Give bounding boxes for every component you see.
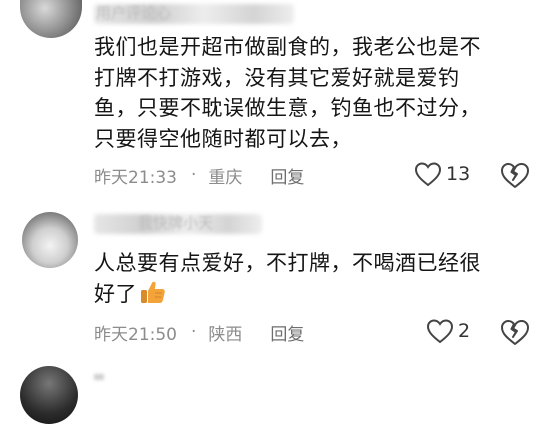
like-count: 2 — [458, 320, 471, 342]
separator: · — [191, 322, 197, 342]
text-line: 好了 — [94, 279, 534, 314]
nickname-blur — [94, 374, 104, 380]
reply-button[interactable]: 回复 — [270, 320, 304, 345]
location: 重庆 — [208, 167, 243, 188]
timestamp: 昨天21:33 — [94, 167, 177, 188]
heart-outline-icon — [426, 319, 454, 344]
heart-outline-icon — [414, 162, 442, 187]
comment-item: 用户评论心 我们也是开超市做副食的，我老公也是不 打牌不打游戏，没有其它爱好就是… — [0, 0, 558, 200]
comment-item — [0, 360, 558, 424]
avatar[interactable] — [22, 212, 78, 268]
avatar[interactable] — [20, 366, 78, 424]
reply-button[interactable]: 回复 — [270, 163, 304, 188]
dislike-button[interactable] — [500, 161, 530, 193]
comment-item: 我快牌小天 人总要有点爱好，不打牌，不喝酒已经很 好了 昨天21:50 · 陕西… — [0, 200, 558, 360]
like-count: 13 — [446, 163, 471, 185]
comment-text: 人总要有点爱好，不打牌，不喝酒已经很 好了 — [94, 248, 534, 313]
text-line: 打牌不打游戏，没有其它爱好就是爱钓 — [94, 65, 460, 90]
nickname[interactable]: 我快牌小天 — [138, 212, 213, 233]
text-line: 只要得空他随时都可以去， — [94, 126, 352, 151]
separator: · — [191, 165, 197, 185]
text-line: 我们也是开超市做副食的，我老公也是不 — [94, 35, 481, 59]
like-button[interactable]: 2 — [426, 318, 470, 344]
avatar[interactable] — [20, 0, 82, 38]
text-line: 人总要有点爱好，不打牌，不喝酒已经很 — [94, 251, 481, 275]
text-fragment: 好了 — [94, 281, 137, 306]
location: 陕西 — [208, 324, 243, 345]
broken-heart-icon — [501, 320, 529, 345]
timestamp: 昨天21:50 — [94, 324, 177, 345]
like-button[interactable]: 13 — [414, 161, 470, 187]
nickname[interactable]: 用户评论心 — [96, 2, 171, 23]
comment-text: 我们也是开超市做副食的，我老公也是不 打牌不打游戏，没有其它爱好就是爱钓 鱼，只… — [94, 32, 534, 154]
broken-heart-icon — [501, 163, 529, 188]
dislike-button[interactable] — [500, 318, 530, 350]
text-line: 鱼，只要不耽误做生意，钓鱼也不过分， — [94, 96, 481, 120]
thumbs-up-emoji — [139, 279, 167, 314]
